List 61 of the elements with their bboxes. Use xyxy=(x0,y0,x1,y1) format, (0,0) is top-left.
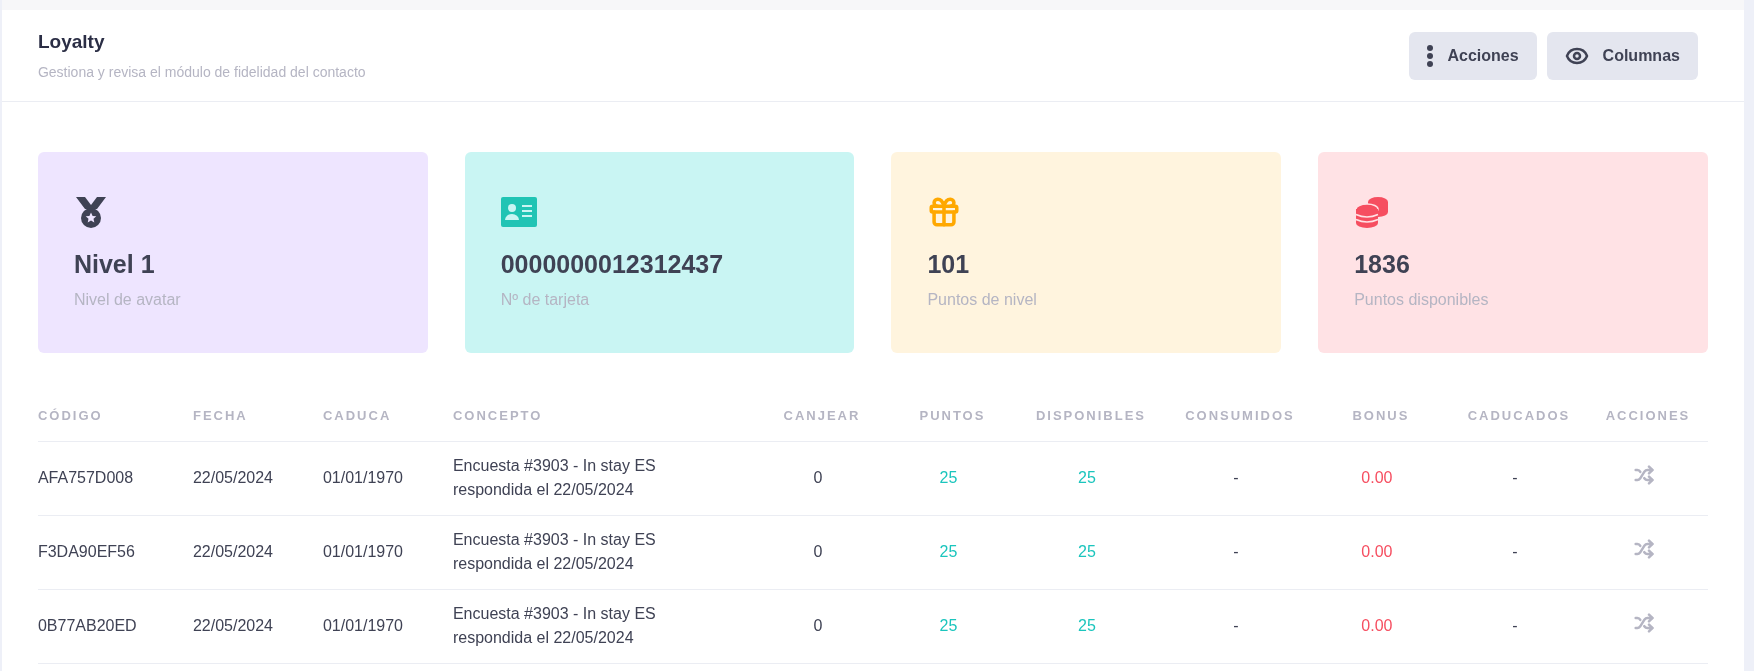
medal-icon xyxy=(73,195,108,229)
table-cell: 25 xyxy=(939,543,958,560)
table-cell-text: Encuesta #3903 - In stay ES respondida el 22/05/2024 xyxy=(452,604,657,648)
actions-button[interactable]: Acciones xyxy=(1409,31,1537,80)
column-header: CÓDIGO xyxy=(37,408,103,423)
more-icon xyxy=(1427,44,1434,67)
shuffle-icon[interactable] xyxy=(1633,612,1654,633)
column-header: CADUCA xyxy=(322,408,392,423)
table-cell-text: Encuesta #3903 - In stay ES respondida el 22/05/2024 xyxy=(452,530,657,574)
column-header: PUNTOS xyxy=(919,408,986,423)
column-header: FECHA xyxy=(192,408,248,423)
table-cell: 0 xyxy=(813,543,823,560)
table-cell: 22/05/2024 xyxy=(192,617,273,634)
column-header: BONUS xyxy=(1352,408,1410,423)
column-header: CADUCADOS xyxy=(1467,408,1571,423)
shuffle-icon[interactable] xyxy=(1633,538,1654,559)
columns-button[interactable]: Columnas xyxy=(1546,31,1698,80)
table-cell: 25 xyxy=(939,469,958,486)
stat-value: 101 xyxy=(927,249,971,280)
table-cell: 0B77AB20ED xyxy=(37,617,137,634)
column-header: CONSUMIDOS xyxy=(1185,408,1295,423)
table-cell: - xyxy=(1233,617,1239,634)
coins-icon xyxy=(1354,195,1391,229)
stat-label: Nº de tarjeta xyxy=(500,289,591,310)
table-cell: - xyxy=(1233,469,1239,486)
column-header: ACCIONES xyxy=(1605,408,1691,423)
table-cell-text: Encuesta #3903 - In stay ES respondida el 22/05/2024 xyxy=(452,456,657,500)
column-header: CANJEAR xyxy=(783,408,861,423)
table-cell: - xyxy=(1512,469,1518,486)
table-cell: 25 xyxy=(939,617,958,634)
table-cell: AFA757D008 xyxy=(37,469,134,486)
table-cell: 0 xyxy=(813,617,823,634)
table-cell: 01/01/1970 xyxy=(322,617,403,634)
stat-label: Puntos de nivel xyxy=(927,289,1038,310)
table-cell: 25 xyxy=(1078,469,1096,486)
table-cell: 22/05/2024 xyxy=(192,469,273,486)
page-subtitle: Gestiona y revisa el módulo de fidelidad del contacto xyxy=(37,63,366,83)
id-card-icon xyxy=(500,197,537,227)
column-header: CONCEPTO xyxy=(452,408,543,423)
shuffle-icon[interactable] xyxy=(1633,464,1654,485)
table-cell: 0.00 xyxy=(1361,617,1393,634)
table-cell: 25 xyxy=(1078,617,1096,634)
table-cell: - xyxy=(1233,543,1239,560)
table-cell: 0.00 xyxy=(1361,543,1393,560)
stat-label: Puntos disponibles xyxy=(1354,289,1490,310)
table-cell: - xyxy=(1512,617,1518,634)
column-header: DISPONIBLES xyxy=(1035,408,1146,423)
stat-label: Nivel de avatar xyxy=(73,289,182,310)
table-cell: 01/01/1970 xyxy=(322,543,403,560)
table-cell: 25 xyxy=(1078,543,1096,560)
stat-value: 1836 xyxy=(1354,249,1411,280)
stat-value: Nivel 1 xyxy=(73,249,156,280)
table-cell: - xyxy=(1512,543,1518,560)
gift-icon xyxy=(927,195,962,229)
table-cell: 01/01/1970 xyxy=(322,469,403,486)
table-cell: 0.00 xyxy=(1361,469,1393,486)
table-cell: 22/05/2024 xyxy=(192,543,273,560)
table-cell: F3DA90EF56 xyxy=(37,543,135,560)
page-title: Loyalty xyxy=(37,29,106,54)
stat-value: 0000000012312437 xyxy=(500,249,725,280)
table-cell: 0 xyxy=(813,469,823,486)
